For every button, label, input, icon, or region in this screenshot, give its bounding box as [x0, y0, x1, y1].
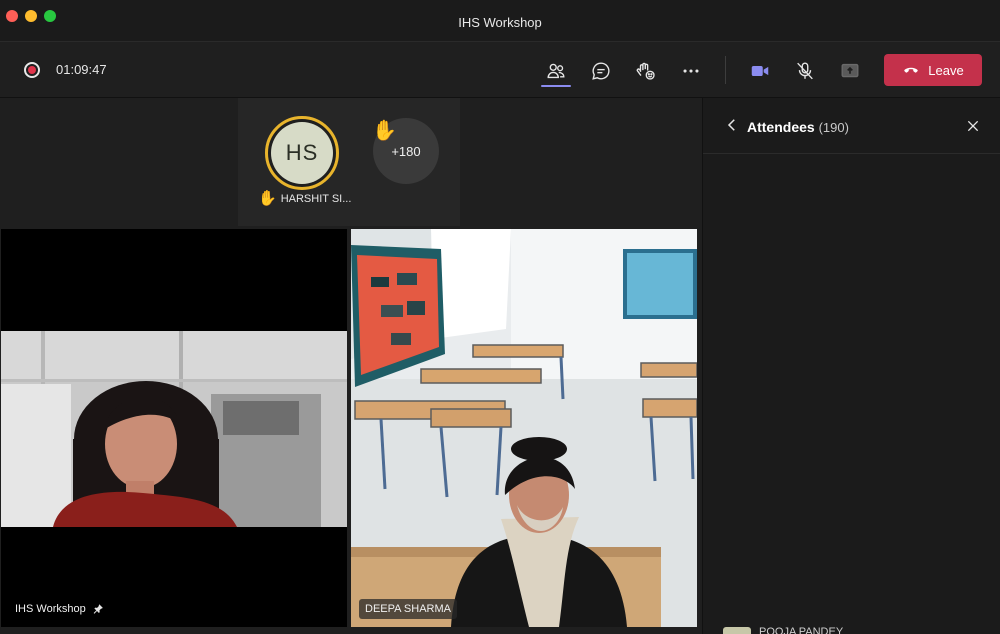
- video-camera-icon: [751, 65, 769, 77]
- tile-participant-name: IHS Workshop: [15, 603, 86, 615]
- recording-icon: [24, 62, 40, 78]
- attendees-title: Attendees (190): [747, 119, 849, 135]
- window-title: IHS Workshop: [458, 15, 542, 30]
- attendee-name: POOJA PANDEY: [759, 626, 844, 634]
- video-tile[interactable]: DEEPA SHARMA: [351, 229, 697, 627]
- participant-name: HARSHIT SI...: [280, 192, 352, 205]
- avatar: [723, 627, 751, 634]
- more-participants-count: +180: [391, 143, 421, 159]
- people-button[interactable]: [541, 56, 571, 86]
- tile-name-label: DEEPA SHARMA: [359, 599, 457, 619]
- meeting-toolbar: 01:09:47 Leave: [0, 42, 1000, 98]
- meeting-stage: HS ✋ HARSHIT SI... +180 ✋ IHS Workshop D…: [0, 98, 702, 634]
- reactions-button[interactable]: [631, 56, 661, 86]
- more-icon: [683, 69, 699, 73]
- close-icon[interactable]: [965, 118, 981, 134]
- people-icon: [547, 63, 565, 79]
- more-actions-button[interactable]: [676, 56, 706, 86]
- video-tile[interactable]: IHS Workshop: [1, 229, 347, 627]
- chat-button[interactable]: [586, 56, 616, 86]
- attendees-count: (190): [818, 120, 849, 135]
- reactions-icon: [636, 62, 655, 80]
- share-screen-button[interactable]: [835, 56, 865, 86]
- participant-video-feed: [1, 229, 347, 627]
- tile-name-label: IHS Workshop: [9, 599, 110, 619]
- chat-icon: [592, 62, 610, 80]
- share-screen-icon: [841, 63, 859, 78]
- participant-name-label: ✋ HARSHIT SI...: [258, 191, 351, 206]
- attendees-title-text: Attendees: [747, 119, 815, 135]
- raised-hand-icon: ✋: [372, 120, 397, 142]
- pin-icon: [93, 604, 103, 614]
- people-active-indicator: [541, 85, 571, 87]
- meeting-timer: 01:09:47: [56, 62, 107, 77]
- chevron-left-icon[interactable]: [723, 116, 741, 134]
- toolbar-divider: [725, 56, 726, 84]
- attendees-panel: Attendees (190) POOJA PANDEY: [702, 98, 1000, 634]
- participant-avatar[interactable]: HS: [265, 116, 339, 190]
- leave-button[interactable]: Leave: [884, 54, 982, 86]
- title-bar: IHS Workshop: [0, 0, 1000, 42]
- raised-hand-icon: ✋: [258, 190, 277, 207]
- attendee-list-item[interactable]: POOJA PANDEY: [723, 625, 983, 634]
- leave-label: Leave: [928, 62, 964, 78]
- mute-button[interactable]: [790, 56, 820, 86]
- phone-hangup-icon: [904, 67, 919, 73]
- participant-video-feed: [351, 229, 697, 627]
- microphone-off-icon: [797, 62, 813, 80]
- tile-participant-name: DEEPA SHARMA: [365, 603, 451, 615]
- attendees-panel-header: Attendees (190): [703, 98, 1000, 154]
- camera-button[interactable]: [745, 56, 775, 86]
- avatar-initials: HS: [271, 122, 333, 184]
